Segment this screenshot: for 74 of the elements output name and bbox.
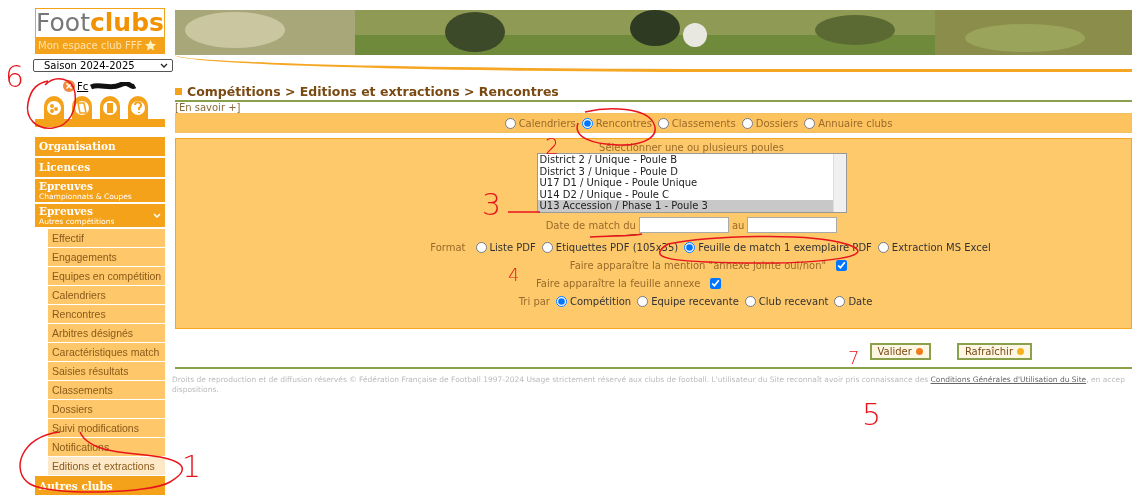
submenu-item[interactable]: Rencontres [48, 305, 165, 323]
annotation-line [589, 233, 643, 238]
radio-button[interactable] [744, 295, 756, 307]
radio-label[interactable]: Club recevant [758, 295, 829, 307]
list-icon[interactable] [99, 94, 121, 119]
annotation-line [507, 211, 541, 213]
bullet-icon [175, 88, 182, 95]
close-icon[interactable] [63, 80, 75, 93]
radio-label[interactable]: Equipe recevante [651, 295, 739, 307]
radio-button[interactable] [684, 241, 696, 253]
star-icon [145, 39, 157, 51]
sort-label: Tri par [518, 295, 550, 307]
radio-button[interactable] [541, 241, 553, 253]
people-icon[interactable] [43, 94, 65, 119]
annotation-number: 5 [862, 400, 882, 430]
date-to-label: au [731, 219, 745, 231]
date-from-label: Date de match du [545, 219, 636, 231]
poules-label: Sélectionner une ou plusieurs poules [599, 142, 784, 153]
action-button[interactable]: Valider [869, 343, 931, 360]
radio-button[interactable] [741, 117, 753, 129]
submenu-item[interactable]: Calendriers [48, 286, 165, 304]
radio-button[interactable] [555, 295, 567, 307]
radio-label[interactable]: Feuille de match 1 exemplaire PDF [698, 241, 872, 253]
annotation-number: 4 [508, 266, 520, 284]
radio-button[interactable] [804, 117, 816, 129]
radio-label[interactable]: Dossiers [755, 117, 799, 129]
radio-label[interactable]: Liste PDF [489, 241, 536, 253]
option-label: Faire apparaître la feuille annexe [536, 277, 701, 289]
date-from-field[interactable] [638, 217, 729, 233]
radio-label[interactable]: Compétition [569, 295, 632, 307]
chevron-icon [160, 63, 168, 69]
radio-label[interactable]: Calendriers [518, 117, 576, 129]
submenu-item[interactable]: Effectif [48, 229, 165, 247]
format-label: Format [430, 241, 466, 253]
submenu-item[interactable]: Classements [48, 381, 165, 399]
submenu-item[interactable]: Caractéristiques match [48, 343, 165, 361]
radio-button[interactable] [834, 295, 846, 307]
redaction-scribble [90, 81, 137, 91]
option-checkbox[interactable] [836, 259, 848, 271]
annotation-number: 1 [182, 452, 202, 482]
radio-label[interactable]: Date [848, 295, 873, 307]
submenu-item[interactable]: Arbitres désignés [48, 324, 165, 342]
submenu-item[interactable]: Editions et extractions [48, 457, 165, 475]
option-checkbox[interactable] [710, 277, 722, 289]
annotation-number: 6 [5, 62, 25, 92]
submenu-item[interactable]: Saisies résultats [48, 362, 165, 380]
radio-button[interactable] [637, 295, 649, 307]
club-name[interactable]: Fc [77, 80, 89, 92]
radio-label[interactable]: Annuaire clubs [818, 117, 893, 129]
radio-label[interactable]: Rencontres [595, 117, 652, 129]
radio-button[interactable] [657, 117, 669, 129]
more-info-link[interactable]: [En savoir +] [175, 102, 241, 113]
logo-tagline: Mon espace club FFF [38, 39, 143, 51]
submenu-item[interactable]: Engagements [48, 248, 165, 266]
help-icon[interactable] [127, 94, 149, 119]
document-icon[interactable] [71, 94, 93, 119]
listbox-option[interactable]: U13 Accession / Phase 1 - Poule 3 [537, 200, 833, 212]
radio-button[interactable] [504, 117, 516, 129]
radio-button[interactable] [475, 241, 487, 253]
footclubs-logo[interactable]: Footclubs Mon espace club FFF [35, 8, 165, 54]
radio-label[interactable]: Extraction MS Excel [891, 241, 991, 253]
radio-button[interactable] [581, 117, 593, 129]
action-button[interactable]: Rafraîchir [956, 343, 1032, 360]
submenu-item[interactable]: Dossiers [48, 400, 165, 418]
submenu-item[interactable]: Suivi modifications [48, 419, 165, 437]
submenu-item[interactable]: Equipes en compétition [48, 267, 165, 285]
date-to-field[interactable] [747, 217, 838, 233]
radio-label[interactable]: Classements [671, 117, 736, 129]
season-select[interactable]: Saison 2024-2025 [33, 59, 173, 73]
poules-listbox[interactable]: District 2 / Unique - Poule B District 3 / Unique - Poule D U17 D1 / Unique - Poule Unique U14 D2 / Unique - Poule C U13 Accession / Phase 1 - Poule 3 [536, 153, 847, 213]
annotation-number: 3 [482, 190, 502, 220]
breadcrumb: Compétitions > Editions et extractions > Rencontres [187, 84, 559, 99]
annotation-number: 7 [848, 349, 860, 367]
radio-button[interactable] [877, 241, 889, 253]
